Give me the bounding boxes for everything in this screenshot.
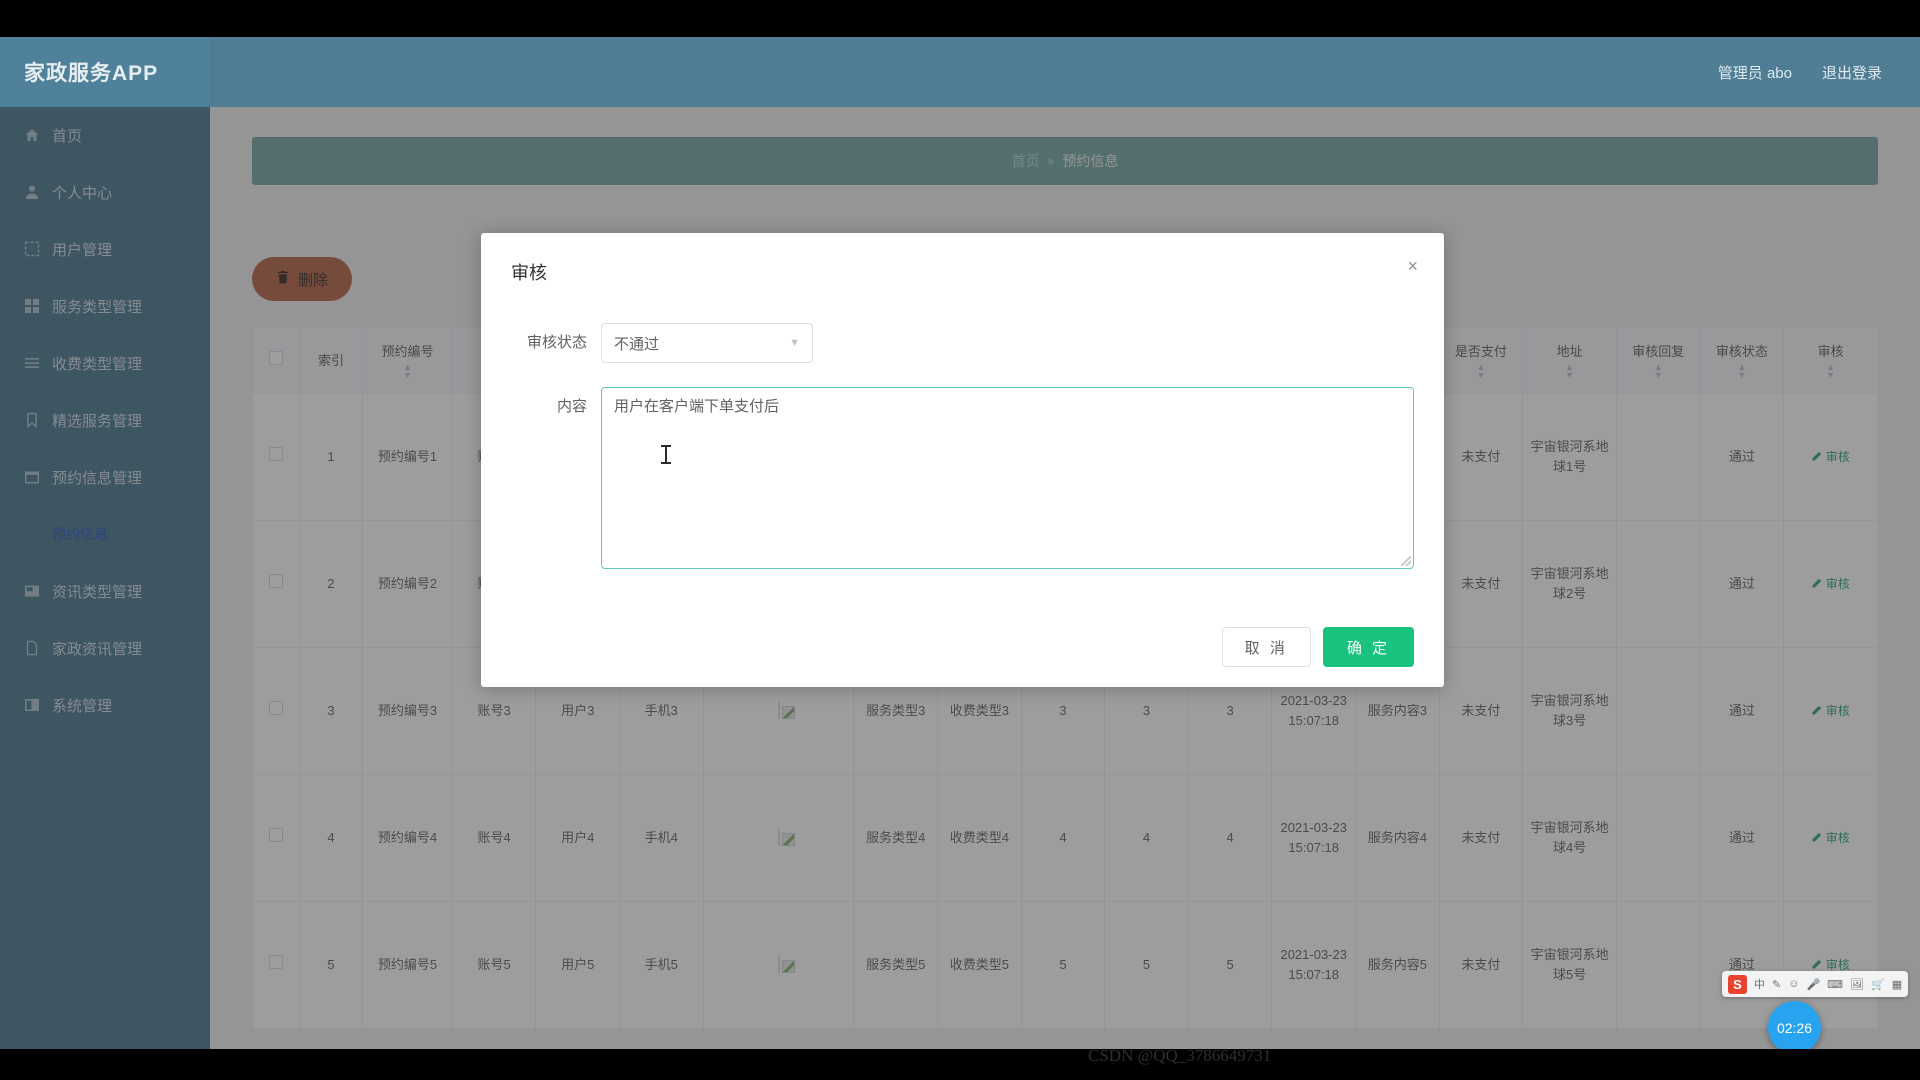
ime-toolbar[interactable]: S 中 ✎ ☺ 🎤 ⌨ 🖼 🛒 ▦ <box>1722 971 1909 997</box>
watermark: CSDN @QQ_3786649731 <box>1088 1046 1272 1065</box>
cancel-button[interactable]: 取 消 <box>1221 627 1311 667</box>
form-row-status: 审核状态 不通过 ▼ <box>511 323 1414 363</box>
microphone-icon[interactable]: 🎤 <box>1806 978 1820 991</box>
header-right: 管理员 abo 退出登录 <box>1718 62 1920 83</box>
modal-body: 审核状态 不通过 ▼ 内容 用户在客户端下单支付后 <box>511 285 1414 569</box>
logout-link[interactable]: 退出登录 <box>1822 62 1882 83</box>
app-window: 家政服务APP 管理员 abo 退出登录 首页 个人中心 用户管理 <box>0 37 1920 1049</box>
content-textarea-value: 用户在客户端下单支付后 <box>614 398 780 415</box>
audit-modal: 审核 × 审核状态 不通过 ▼ 内容 用户在客户端下单支付后 取 消 确 定 <box>481 233 1444 687</box>
content-textarea[interactable]: 用户在客户端下单支付后 <box>601 387 1414 569</box>
menu-icon[interactable]: ▦ <box>1892 978 1902 991</box>
status-select[interactable]: 不通过 ▼ <box>601 323 813 363</box>
image-icon[interactable]: 🖼 <box>1850 978 1864 991</box>
app-brand: 家政服务APP <box>0 37 210 107</box>
modal-footer: 取 消 确 定 <box>511 593 1414 667</box>
ime-mode-label[interactable]: 中 <box>1754 976 1765 992</box>
form-row-content: 内容 用户在客户端下单支付后 <box>511 387 1414 569</box>
emoji-icon[interactable]: ☺ <box>1788 978 1799 990</box>
sogou-logo-icon[interactable]: S <box>1728 974 1747 994</box>
pen-icon[interactable]: ✎ <box>1772 978 1781 991</box>
chevron-down-icon: ▼ <box>789 337 800 349</box>
cart-icon[interactable]: 🛒 <box>1871 978 1885 991</box>
recording-timer[interactable]: 02:26 <box>1768 1001 1821 1049</box>
admin-name: 管理员 abo <box>1717 64 1792 82</box>
status-select-value: 不通过 <box>614 335 660 353</box>
top-header: 家政服务APP 管理员 abo 退出登录 <box>0 37 1920 107</box>
keyboard-icon[interactable]: ⌨ <box>1827 978 1843 991</box>
text-cursor-icon <box>661 445 671 464</box>
resize-handle[interactable] <box>1401 556 1411 566</box>
confirm-button[interactable]: 确 定 <box>1322 627 1414 667</box>
close-icon[interactable]: × <box>1407 257 1418 275</box>
modal-title: 审核 <box>511 263 547 283</box>
status-label: 审核状态 <box>526 334 587 351</box>
content-label: 内容 <box>556 398 587 415</box>
